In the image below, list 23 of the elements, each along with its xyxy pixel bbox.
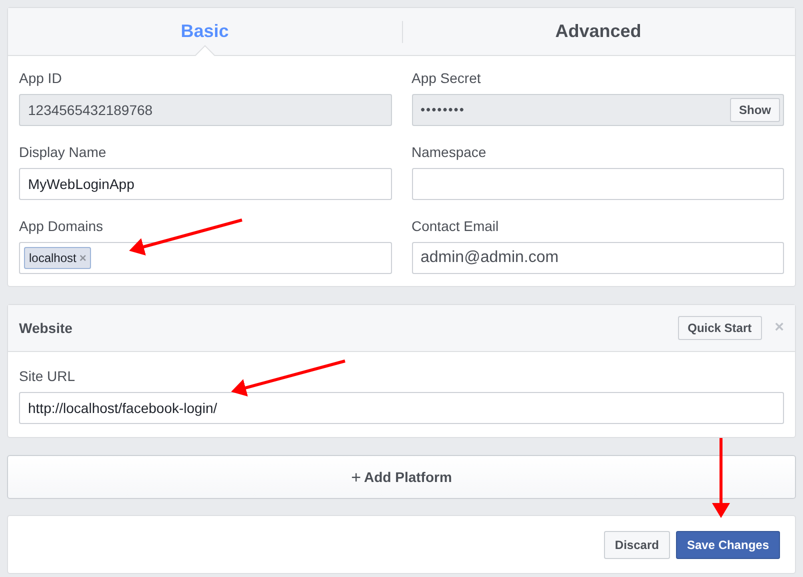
quick-start-button[interactable]: Quick Start bbox=[678, 316, 762, 340]
field-label: App ID bbox=[19, 69, 62, 88]
field-label: Contact Email bbox=[412, 217, 499, 236]
add-platform-button[interactable]: + Add Platform bbox=[7, 455, 796, 499]
domains-field[interactable]: localhost × bbox=[19, 242, 392, 274]
app-id-field[interactable]: 1234565432189768 bbox=[19, 94, 392, 126]
site-url-field[interactable]: http://localhost/facebook-login/ bbox=[19, 392, 784, 424]
platform-title: Website bbox=[19, 318, 74, 338]
field-label: Namespace bbox=[412, 143, 486, 162]
tab[interactable]: Advanced bbox=[555, 18, 642, 45]
field-label: App Secret bbox=[412, 69, 481, 88]
email-field[interactable]: admin@admin.com bbox=[412, 242, 784, 274]
masked-value: •••••••• bbox=[420, 101, 465, 120]
field-label: Site URL bbox=[19, 367, 76, 386]
save-button[interactable]: Save Changes bbox=[676, 530, 780, 558]
discard-button[interactable]: Discard bbox=[604, 530, 670, 558]
secret-field[interactable]: •••••••• Show bbox=[412, 94, 784, 126]
show-button[interactable]: Show bbox=[730, 98, 780, 122]
field-label: Display Name bbox=[19, 143, 106, 162]
field-label: App Domains bbox=[19, 217, 104, 236]
text-field[interactable]: MyWebLoginApp bbox=[19, 168, 392, 200]
tag-label: localhost bbox=[29, 250, 76, 267]
text-field[interactable] bbox=[412, 168, 784, 200]
